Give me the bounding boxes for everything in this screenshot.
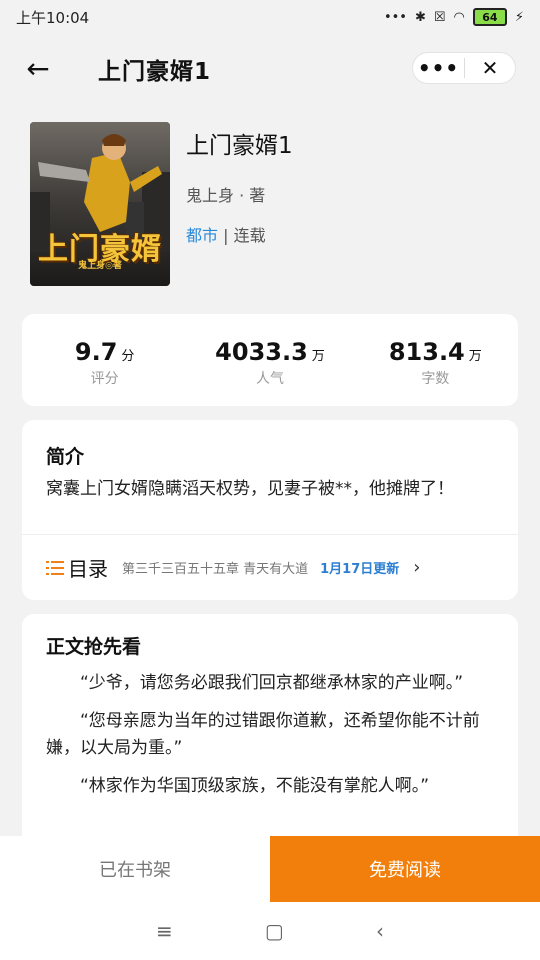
battery-level: 64 [482,10,498,24]
stat-label: 人气 [255,371,284,387]
dots-icon: ••• [383,9,407,25]
preview-card: 正文抢先看 “少爷，请您务必跟我们回京都继承林家的产业啊。” “您母亲愿为当年的… [22,614,518,854]
intro-card: 简介 窝囊上门女婿隐瞒滔天权势，见妻子被**，他摊牌了！ 目录 第三千三百五十五… [22,420,518,600]
charging-icon: ⚡ [514,9,524,25]
back-arrow-icon[interactable]: ← [22,52,54,85]
status-bar: 上午10:04 ••• ✱ ☒ ◠ 64 ⚡ [0,0,540,34]
page-title: 上门豪婿1 [98,59,212,85]
list-icon [46,560,64,576]
chevron-right-icon: › [413,557,421,578]
nav-bar: ← 上门豪婿1 ••• ✕ [0,34,540,102]
menu-icon[interactable]: ≡ [156,919,173,943]
home-icon[interactable]: ▢ [265,919,284,943]
stat-rating: 9.7 分 评分 [22,314,187,406]
book-info: 上门豪婿1 鬼上身 · 著 都市 | 连载 [186,122,293,246]
bluetooth-icon: ✱ [414,9,426,25]
tag-separator: | [218,226,234,245]
free-read-button[interactable]: 免费阅读 [270,836,540,902]
more-icon[interactable]: ••• [413,54,464,82]
system-back-icon[interactable]: ‹ [376,919,384,943]
status-time: 上午10:04 [16,8,90,27]
book-tags: 都市 | 连载 [186,222,293,246]
update-date: 1月17日更新 [320,562,400,577]
stat-popularity: 4033.3 万 人气 [187,314,352,406]
stat-unit: 万 [311,349,325,364]
stat-value: 9.7 [74,338,118,366]
stat-value: 4033.3 [215,338,308,366]
status-icons: ••• ✱ ☒ ◠ 64 ⚡ [384,8,524,26]
stat-label: 字数 [421,371,450,387]
battery-icon: 64 [472,8,507,26]
preview-paragraph: “您母亲愿为当年的过错跟你道歉，还希望你能不计前嫌，以大局为重。” [46,711,480,758]
preview-text: “少爷，请您务必跟我们回京都继承林家的产业啊。” “您母亲愿为当年的过错跟你道歉… [46,670,498,811]
latest-chapter: 第三千三百五十五章 青天有大道 [122,562,309,577]
book-status: 连载 [233,226,266,245]
stat-unit: 万 [468,349,482,364]
sim-icon: ☒ [433,9,446,25]
mini-program-capsule: ••• ✕ [412,52,516,84]
preview-heading: 正文抢先看 [46,636,142,658]
book-author: 鬼上身 · 著 [186,186,266,205]
on-shelf-button[interactable]: 已在书架 [0,836,270,902]
stat-unit: 分 [121,349,135,364]
intro-text[interactable]: 窝囊上门女婿隐瞒滔天权势，见妻子被**，他摊牌了！ [46,476,498,503]
wifi-icon: ◠ [453,9,465,25]
cover-author: 鬼上身◎著 [78,261,122,271]
action-bar: 已在书架 免费阅读 [0,836,540,902]
stats-card: 9.7 分 评分 4033.3 万 人气 813.4 万 字数 [22,314,518,406]
preview-paragraph: “少爷，请您务必跟我们回京都继承林家的产业啊。” [80,673,464,693]
preview-paragraph: “林家作为华国顶级家族，不能没有掌舵人啊。” [80,776,430,796]
stat-word-count: 813.4 万 字数 [353,314,518,406]
intro-heading: 简介 [46,446,85,468]
book-header: 上门豪婿 鬼上身◎著 上门豪婿1 鬼上身 · 著 都市 | 连载 [30,122,518,292]
stat-label: 评分 [90,371,119,387]
stat-value: 813.4 [388,338,465,366]
system-nav-bar: ≡ ▢ ‹ [0,902,540,960]
close-icon[interactable]: ✕ [465,56,515,80]
toc-label: 目录 [68,557,108,581]
table-of-contents-row[interactable]: 目录 第三千三百五十五章 青天有大道 1月17日更新 › [22,534,518,600]
book-title: 上门豪婿1 [186,133,293,159]
book-cover[interactable]: 上门豪婿 鬼上身◎著 [30,122,170,286]
category-link[interactable]: 都市 [186,226,218,245]
